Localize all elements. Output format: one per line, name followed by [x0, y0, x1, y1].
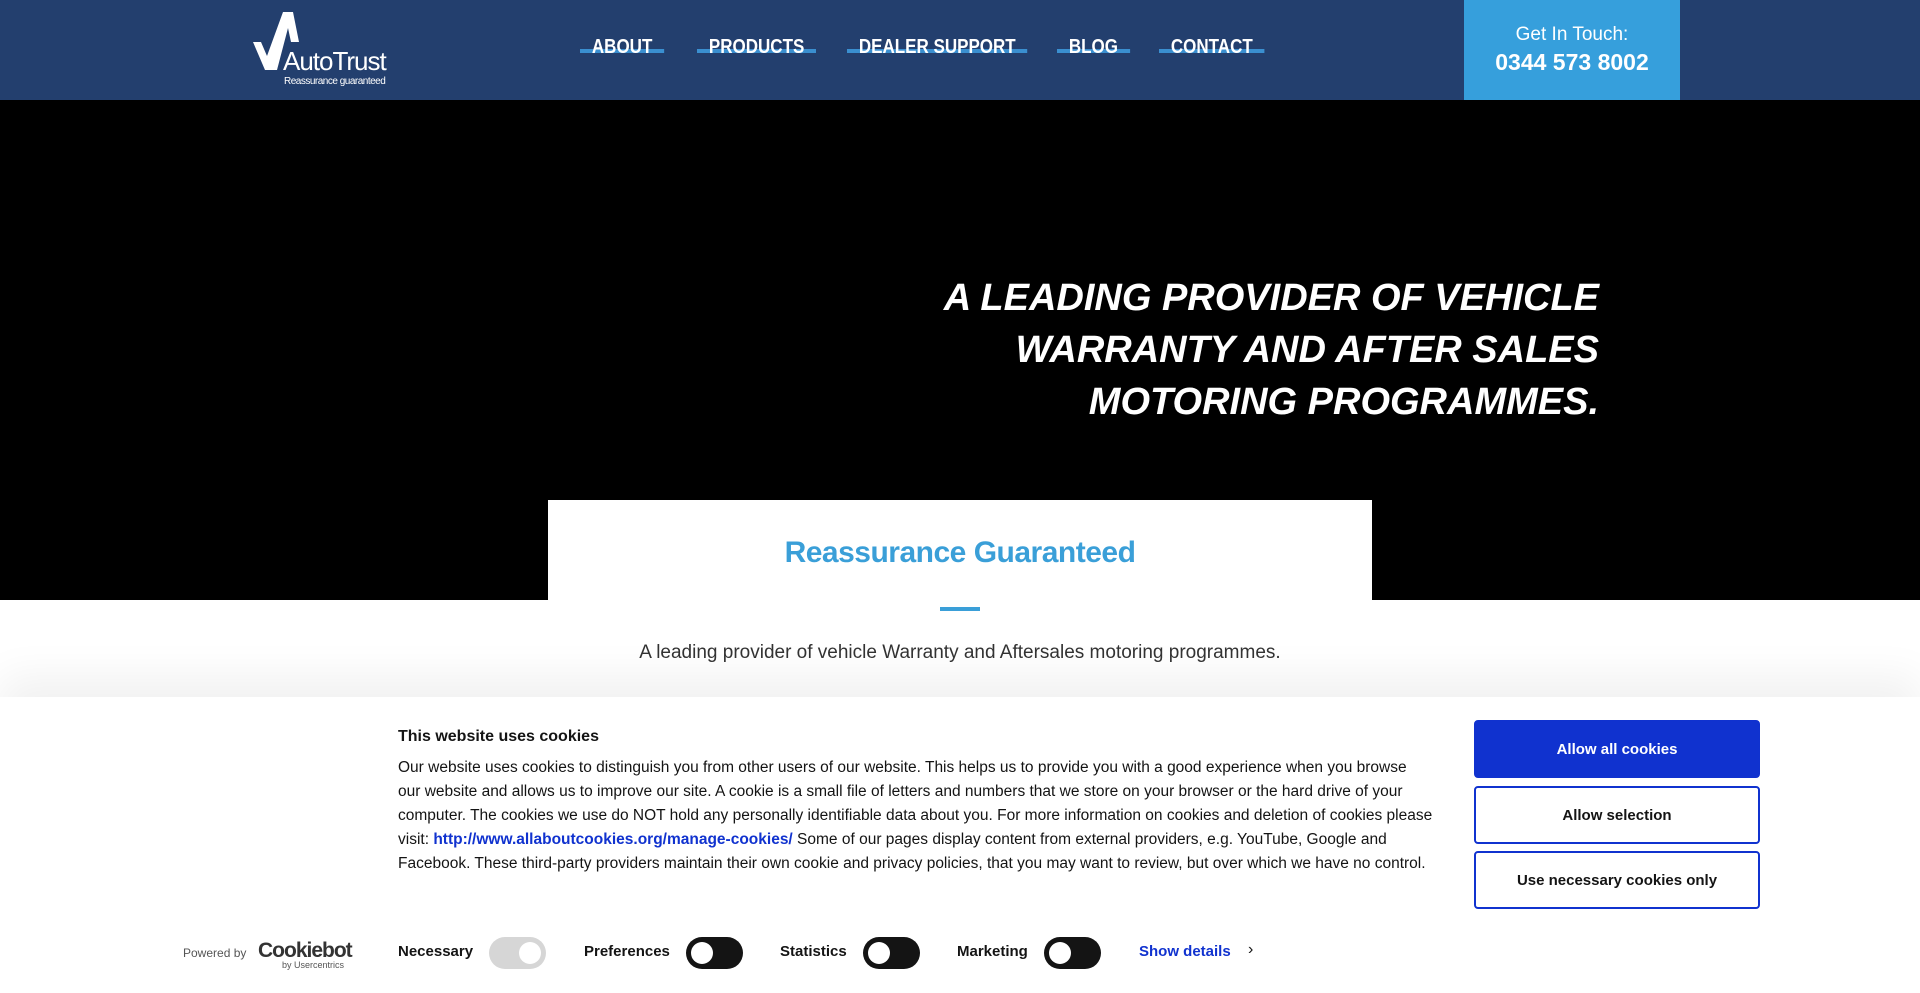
allow-all-cookies-button[interactable]: Allow all cookies [1474, 720, 1760, 778]
marketing-label: Marketing [957, 943, 1028, 960]
get-in-touch-box[interactable]: Get In Touch: 0344 573 8002 [1464, 0, 1680, 100]
card-title: Reassurance Guaranteed [784, 536, 1136, 569]
cookie-info-link[interactable]: http://www.allaboutcookies.org/manage-co… [433, 831, 792, 848]
marketing-toggle[interactable] [1044, 937, 1101, 969]
hero-title-line: warranty and after sales [1015, 329, 1599, 371]
card-subtitle: A leading provider of vehicle Warranty a… [639, 642, 1281, 663]
nav-products[interactable]: PRODUCTS [697, 36, 817, 59]
cookiebot-sub: by Usercentrics [282, 960, 345, 970]
show-details-link[interactable]: Show details [1139, 943, 1231, 960]
contact-phone[interactable]: 0344 573 8002 [1464, 49, 1680, 76]
hero-title-line: motoring programmes. [1088, 381, 1599, 423]
necessary-label: Necessary [398, 943, 474, 960]
nav-contact[interactable]: CONTACT [1159, 36, 1265, 59]
nav-dealer-support[interactable]: DEALER SUPPORT [847, 36, 1028, 59]
necessary-only-button[interactable]: Use necessary cookies only [1474, 851, 1760, 909]
statistics-label: Statistics [780, 943, 847, 960]
powered-by: Powered by [183, 946, 247, 960]
intro-card: Reassurance Guaranteed [548, 500, 1372, 700]
cookie-title: This website uses cookies [398, 728, 599, 745]
hero-title-line: A leading provider of vehicle [943, 277, 1599, 319]
necessary-toggle [489, 937, 546, 969]
statistics-toggle[interactable] [863, 937, 920, 969]
nav-about[interactable]: ABOUT [580, 36, 665, 59]
divider [940, 607, 980, 611]
preferences-toggle[interactable] [686, 937, 743, 969]
chevron-right-icon[interactable]: › [1248, 941, 1253, 959]
contact-label: Get In Touch: [1515, 24, 1629, 45]
cookie-body: Our website uses cookies to distinguish … [398, 759, 1433, 872]
preferences-label: Preferences [584, 943, 670, 960]
allow-selection-button[interactable]: Allow selection [1474, 786, 1760, 844]
cookie-banner: This website uses cookies Our website us… [0, 697, 1920, 993]
hero-title: A leading provider of vehicle warranty a… [899, 272, 1599, 428]
site-header: AutoTrust Reassurance guaranteed ABOUT P… [0, 0, 1920, 100]
nav-blog[interactable]: BLOG [1057, 36, 1130, 59]
